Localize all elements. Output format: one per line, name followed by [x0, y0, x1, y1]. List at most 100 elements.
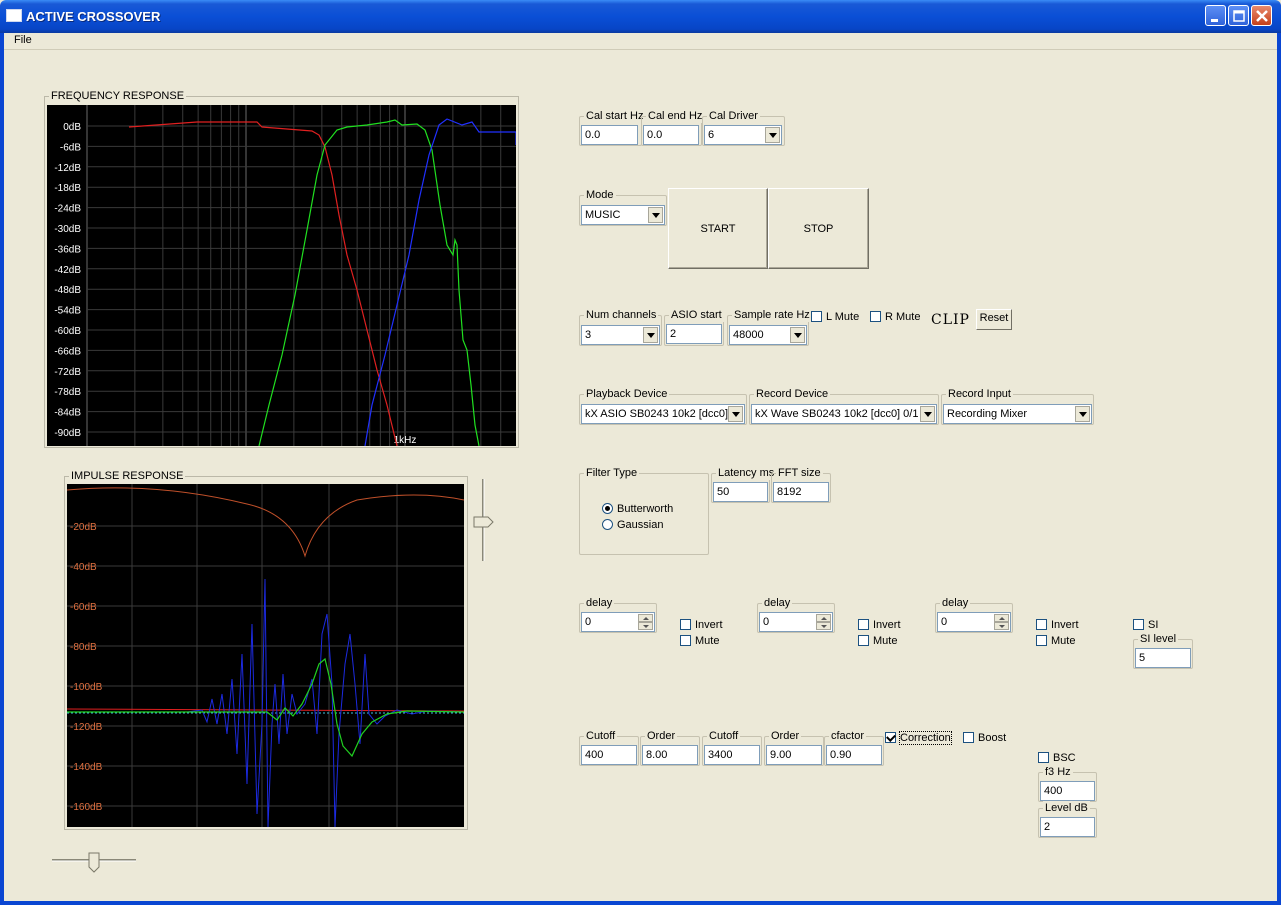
checkbox-box[interactable] — [858, 619, 869, 630]
fft-size-input[interactable]: 8192 — [773, 482, 829, 502]
spinner-arrows[interactable] — [816, 614, 831, 630]
cutoff1-input[interactable]: 400 — [581, 745, 637, 765]
mode-select[interactable]: MUSIC — [581, 205, 665, 225]
freq-y-tick-label: -12dB — [54, 163, 81, 174]
radio-dot[interactable] — [602, 519, 613, 530]
chevron-down-icon[interactable] — [994, 622, 1009, 630]
invert-checkbox-1[interactable]: Invert — [680, 619, 723, 632]
cal-end-input[interactable]: 0.0 — [643, 125, 699, 145]
spinner-arrows[interactable] — [994, 614, 1009, 630]
cal-driver-select[interactable]: 6 — [704, 125, 782, 145]
cfactor-input[interactable]: 0.90 — [826, 745, 882, 765]
reset-button[interactable]: Reset — [976, 309, 1012, 330]
checkbox-box[interactable] — [680, 635, 691, 646]
chevron-down-icon[interactable] — [765, 127, 780, 143]
minimize-button[interactable] — [1205, 5, 1226, 26]
invert-checkbox-3[interactable]: Invert — [1036, 619, 1079, 632]
record-input-select[interactable]: Recording Mixer — [943, 404, 1092, 424]
freq-y-tick-label: -48dB — [54, 285, 81, 296]
si-level-label: SI level — [1138, 632, 1179, 646]
checkbox-box[interactable] — [1038, 752, 1049, 763]
impulse-horizontal-slider[interactable] — [50, 850, 138, 876]
radio-dot[interactable] — [602, 503, 613, 514]
stop-button[interactable]: STOP — [768, 188, 869, 269]
checkbox-box[interactable] — [870, 311, 881, 322]
slider-thumb[interactable] — [88, 852, 100, 873]
playback-device-select[interactable]: kX ASIO SB0243 10k2 [dcc0] — [581, 404, 745, 424]
f3-input[interactable]: 400 — [1040, 781, 1095, 801]
checkbox-box-checked[interactable] — [885, 732, 896, 743]
gaussian-radio[interactable]: Gaussian — [602, 519, 663, 532]
chevron-up-icon[interactable] — [638, 614, 653, 622]
invert-checkbox-2[interactable]: Invert — [858, 619, 901, 632]
l-mute-checkbox[interactable]: L Mute — [811, 311, 859, 324]
correction-checkbox[interactable]: Correction — [885, 731, 952, 745]
order1-input[interactable]: 8.00 — [642, 745, 698, 765]
invert-label: Invert — [1051, 619, 1079, 631]
cutoff2-input[interactable]: 3400 — [704, 745, 760, 765]
impulse-green-trace — [67, 657, 465, 758]
impulse-red-trace — [66, 708, 465, 712]
butterworth-radio[interactable]: Butterworth — [602, 503, 673, 516]
si-level-input[interactable]: 5 — [1135, 648, 1191, 668]
order2-input[interactable]: 9.00 — [766, 745, 822, 765]
chevron-up-icon[interactable] — [994, 614, 1009, 622]
minimize-icon — [1211, 19, 1218, 22]
start-button[interactable]: START — [668, 188, 768, 269]
delay-spinner-3[interactable]: 0 — [937, 612, 1011, 632]
slider-thumb[interactable] — [473, 516, 494, 528]
chevron-down-icon[interactable] — [790, 327, 805, 343]
level-db-input[interactable]: 2 — [1040, 817, 1095, 837]
mute-checkbox-2[interactable]: Mute — [858, 635, 897, 648]
r-mute-checkbox[interactable]: R Mute — [870, 311, 920, 324]
frequency-response-title: FREQUENCY RESPONSE — [49, 89, 187, 103]
checkbox-box[interactable] — [858, 635, 869, 646]
close-icon — [1256, 10, 1268, 22]
cutoff1-label: Cutoff — [584, 729, 618, 743]
boost-label: Boost — [978, 732, 1007, 744]
si-checkbox[interactable]: SI — [1133, 619, 1158, 632]
close-button[interactable] — [1251, 5, 1272, 26]
spinner-arrows[interactable] — [638, 614, 653, 630]
maximize-button[interactable] — [1228, 5, 1249, 26]
impulse-response-plot: -20dB -40dB -60dB -80dB -100dB -120dB -140dB -1… — [66, 484, 465, 828]
delay-spinner-1[interactable]: 0 — [581, 612, 655, 632]
title-bar[interactable] — [0, 0, 1281, 33]
frequency-response-plot: 0dB -6dB -12dB -18dB -24dB -30dB -36dB -42dB -48… — [47, 105, 517, 447]
chevron-up-icon[interactable] — [816, 614, 831, 622]
checkbox-box[interactable] — [811, 311, 822, 322]
checkbox-box[interactable] — [680, 619, 691, 630]
chevron-down-icon[interactable] — [816, 622, 831, 630]
chevron-down-icon[interactable] — [920, 406, 935, 422]
chevron-down-icon[interactable] — [643, 327, 658, 343]
boost-checkbox[interactable]: Boost — [963, 732, 1006, 745]
chevron-down-icon[interactable] — [1075, 406, 1090, 422]
cal-start-input[interactable]: 0.0 — [581, 125, 638, 145]
chevron-down-icon[interactable] — [728, 406, 743, 422]
bsc-checkbox[interactable]: BSC — [1038, 752, 1076, 765]
asio-start-label: ASIO start — [669, 308, 724, 322]
mute-checkbox-3[interactable]: Mute — [1036, 635, 1075, 648]
f3-label: f3 Hz — [1043, 765, 1073, 779]
freq-y-tick-label: -54dB — [54, 306, 81, 317]
freq-y-tick-label: -6dB — [60, 142, 81, 153]
asio-start-input[interactable]: 2 — [666, 324, 722, 344]
record-device-select[interactable]: kX Wave SB0243 10k2 [dcc0] 0/1 — [751, 404, 937, 424]
checkbox-box[interactable] — [1036, 635, 1047, 646]
sample-rate-select[interactable]: 48000 — [729, 325, 807, 345]
impulse-vertical-slider[interactable] — [471, 477, 495, 563]
mute-checkbox-1[interactable]: Mute — [680, 635, 719, 648]
playback-device-value: kX ASIO SB0243 10k2 [dcc0] — [585, 408, 729, 420]
delay-spinner-2[interactable]: 0 — [759, 612, 833, 632]
checkbox-box[interactable] — [963, 732, 974, 743]
maximize-icon — [1233, 10, 1245, 22]
latency-input[interactable]: 50 — [713, 482, 768, 502]
checkbox-box[interactable] — [1036, 619, 1047, 630]
record-device-value: kX Wave SB0243 10k2 [dcc0] 0/1 — [755, 408, 919, 420]
num-channels-select[interactable]: 3 — [581, 325, 660, 345]
chevron-down-icon[interactable] — [648, 207, 663, 223]
chevron-down-icon[interactable] — [638, 622, 653, 630]
freq-y-tick-label: -36dB — [54, 244, 81, 255]
checkbox-box[interactable] — [1133, 619, 1144, 630]
menu-file[interactable]: File — [10, 34, 36, 46]
